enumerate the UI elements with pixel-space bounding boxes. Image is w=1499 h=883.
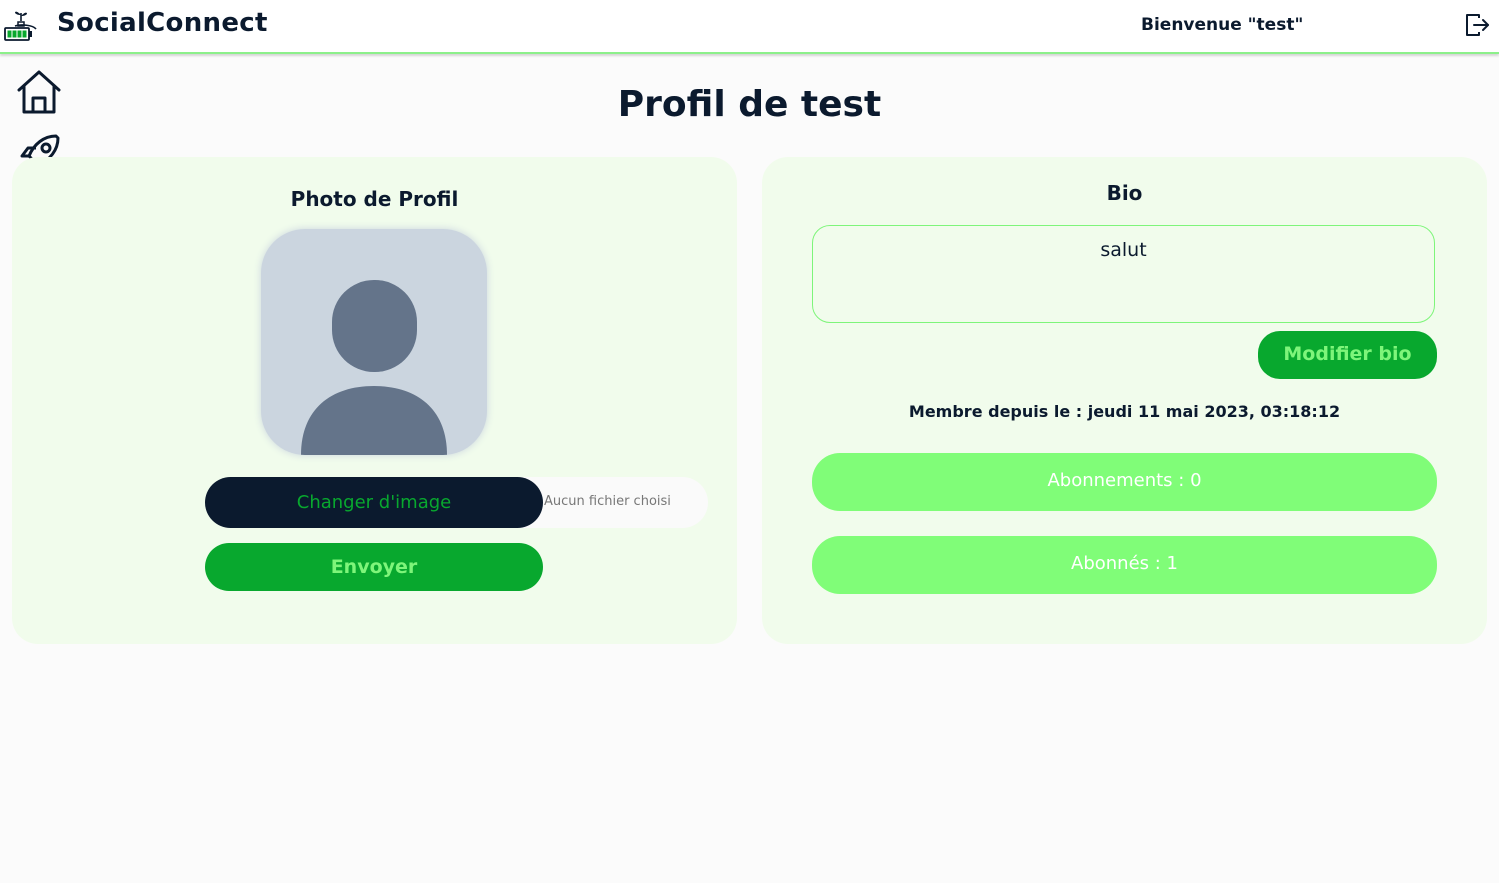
file-status-text: Aucun fichier choisi (544, 494, 671, 509)
page-title: Profil de test (617, 84, 882, 125)
logout-icon[interactable] (1462, 10, 1492, 40)
default-avatar-icon (301, 280, 447, 455)
avatar (261, 229, 487, 455)
change-image-button[interactable]: Changer d'image (205, 477, 543, 528)
edit-bio-button[interactable]: Modifier bio (1258, 331, 1437, 379)
send-button[interactable]: Envoyer (205, 543, 543, 591)
bio-heading: Bio (1106, 181, 1143, 205)
bio-card: Bio salut Modifier bio Membre depuis le … (762, 157, 1487, 644)
app-name: SocialConnect (57, 8, 268, 38)
top-bar: SocialConnect Bienvenue "test" (0, 0, 1499, 54)
profile-photo-card: Photo de Profil Changer d'image Aucun fi… (12, 157, 737, 644)
plant-battery-icon (4, 11, 37, 41)
following-button[interactable]: Abonnements : 0 (812, 453, 1437, 511)
bio-textbox[interactable]: salut (812, 225, 1435, 323)
welcome-message: Bienvenue "test" (1141, 15, 1304, 35)
photo-heading: Photo de Profil (290, 187, 459, 211)
followers-button[interactable]: Abonnés : 1 (812, 536, 1437, 594)
member-since-text: Membre depuis le : jeudi 11 mai 2023, 03… (908, 402, 1341, 421)
